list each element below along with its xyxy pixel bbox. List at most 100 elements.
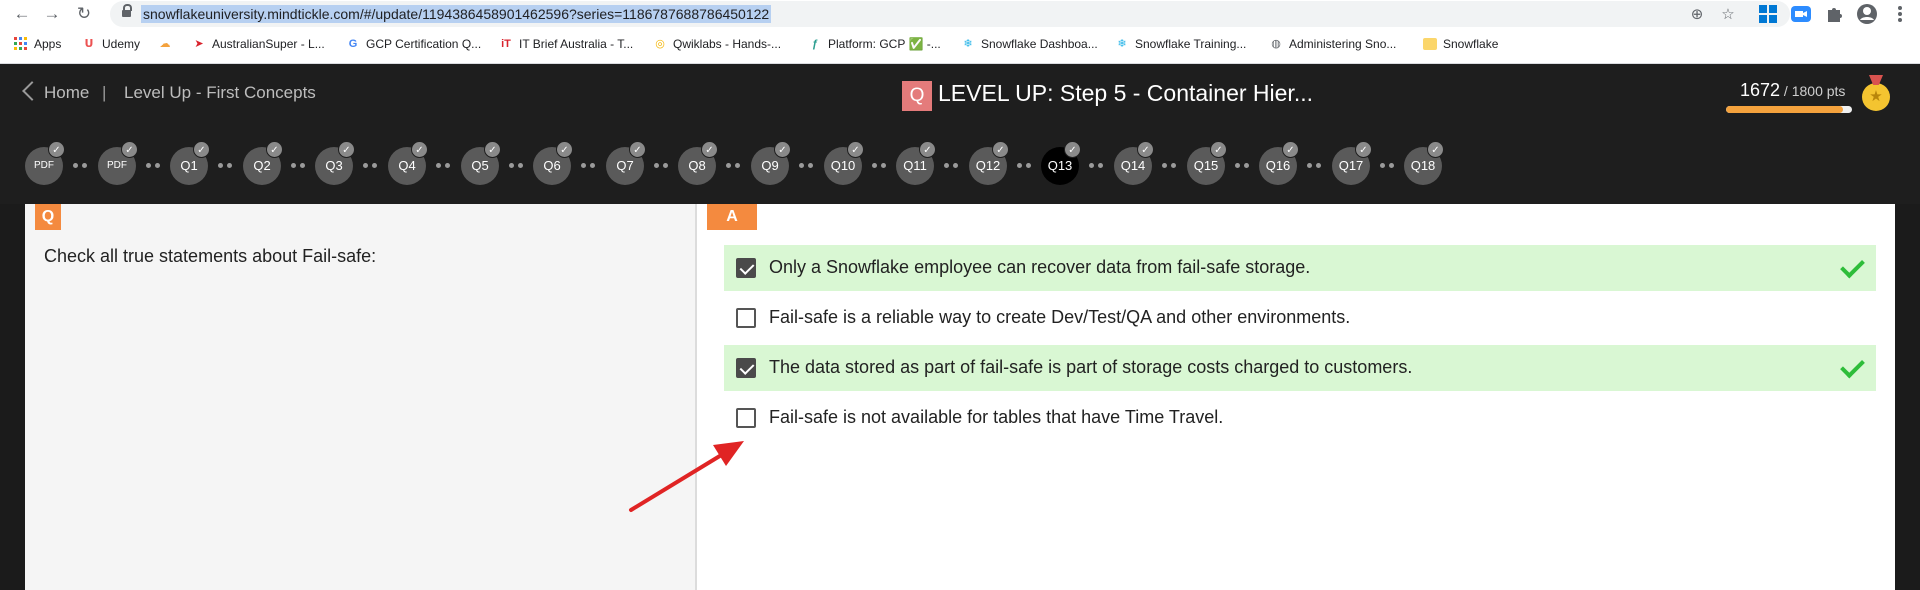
step-complete-check-icon: ✓ <box>701 141 718 158</box>
step-connector-dots <box>1234 163 1250 169</box>
google-icon: G <box>348 38 358 50</box>
bookmark-snowflake-dashboard[interactable]: ❄ Snowflake Dashboa... <box>961 37 1097 51</box>
answer-checkbox[interactable] <box>736 408 756 428</box>
points-value: 1672 <box>1740 80 1781 100</box>
back-icon[interactable]: ← <box>12 4 32 24</box>
bookmark-platform-gcp[interactable]: ƒ Platform: GCP ✅ -... <box>808 37 941 51</box>
step-complete-check-icon: ✓ <box>1210 141 1227 158</box>
platform-icon: ƒ <box>811 38 819 50</box>
udemy-icon: ꓴ <box>84 38 94 50</box>
step-connector-dots <box>580 163 596 169</box>
lock-icon[interactable] <box>122 4 132 19</box>
step-complete-check-icon: ✓ <box>193 141 210 158</box>
extensions-puzzle-icon[interactable] <box>1823 3 1845 25</box>
apps-grid-icon <box>14 37 28 51</box>
page-title: LEVEL UP: Step 5 - Container Hier... <box>938 80 1313 106</box>
answer-text: The data stored as part of fail-safe is … <box>769 357 1413 377</box>
answer-checkbox[interactable] <box>736 258 756 278</box>
step-connector-dots <box>1088 163 1104 169</box>
snowflake-icon: ❄ <box>1117 38 1127 50</box>
step-complete-check-icon: ✓ <box>556 141 573 158</box>
step-complete-check-icon: ✓ <box>847 141 864 158</box>
step-complete-check-icon: ✓ <box>411 141 428 158</box>
forward-icon[interactable]: → <box>42 4 62 24</box>
bookmark-star-icon[interactable]: ☆ <box>1718 5 1738 25</box>
step-complete-check-icon: ✓ <box>992 141 1009 158</box>
step-complete-check-icon: ✓ <box>774 141 791 158</box>
question-tab: Q <box>35 204 61 230</box>
zoom-icon[interactable]: ⊕ <box>1687 5 1707 25</box>
itbrief-icon: iT <box>501 38 511 50</box>
bookmark-udemy[interactable]: ꓴ Udemy <box>82 37 140 51</box>
step-connector-dots <box>508 163 524 169</box>
points-progress-bar <box>1726 106 1852 113</box>
home-link[interactable]: Home <box>44 83 89 103</box>
step-connector-dots <box>1306 163 1322 169</box>
bookmark-administering[interactable]: ◍ Administering Sno... <box>1269 37 1396 51</box>
step-complete-check-icon: ✓ <box>629 141 646 158</box>
correct-check-icon <box>1838 355 1864 381</box>
step-complete-check-icon: ✓ <box>484 141 501 158</box>
bookmarks-bar: Apps ꓴ Udemy ☁ ➤ AustralianSuper - L... … <box>0 28 1920 64</box>
step-connector-dots <box>725 163 741 169</box>
answer-checkbox[interactable] <box>736 358 756 378</box>
correct-check-icon <box>1838 255 1864 281</box>
browser-toolbar: ← → ↻ snowflakeuniversity.mindtickle.com… <box>0 0 1920 28</box>
bookmark-folder-snowflake[interactable]: Snowflake <box>1423 37 1498 51</box>
step-navigation <box>0 128 1920 204</box>
step-connector-dots <box>217 163 233 169</box>
answer-option-1[interactable]: Only a Snowflake employee can recover da… <box>724 245 1876 291</box>
bookmark-apps[interactable]: Apps <box>14 37 61 51</box>
folder-icon <box>1423 38 1437 50</box>
step-connector-dots <box>653 163 669 169</box>
step-connector-dots <box>871 163 887 169</box>
step-complete-check-icon: ✓ <box>48 141 65 158</box>
step-complete-check-icon: ✓ <box>338 141 355 158</box>
australiansuper-icon: ➤ <box>194 38 204 50</box>
bookmark-australiansuper[interactable]: ➤ AustralianSuper - L... <box>192 37 324 51</box>
step-connector-dots <box>435 163 451 169</box>
breadcrumb[interactable]: Level Up - First Concepts <box>124 83 316 103</box>
step-connector-dots <box>1161 163 1177 169</box>
points-display: 1672 / 1800 pts <box>1740 80 1845 101</box>
bookmark-cloud[interactable]: ☁ <box>158 37 172 51</box>
answer-option-2[interactable]: Fail-safe is a reliable way to create De… <box>724 295 1876 341</box>
bookmark-itbrief[interactable]: iT IT Brief Australia - T... <box>499 37 633 51</box>
question-content: Q Check all true statements about Fail-s… <box>25 204 1895 590</box>
step-complete-check-icon: ✓ <box>1137 141 1154 158</box>
answer-text: Fail-safe is not available for tables th… <box>769 407 1224 427</box>
points-total: / 1800 pts <box>1780 83 1846 99</box>
points-progress-fill <box>1726 106 1844 113</box>
step-complete-check-icon: ✓ <box>266 141 283 158</box>
step-connector-dots <box>1379 163 1395 169</box>
reload-icon[interactable]: ↻ <box>74 4 94 24</box>
cloud-icon: ☁ <box>159 38 171 50</box>
step-connector-dots <box>145 163 161 169</box>
answer-option-3[interactable]: The data stored as part of fail-safe is … <box>724 345 1876 391</box>
profile-avatar-icon[interactable] <box>1856 3 1878 25</box>
step-complete-check-icon: ✓ <box>1427 141 1444 158</box>
url-text[interactable]: snowflakeuniversity.mindtickle.com/#/upd… <box>141 5 772 23</box>
step-complete-check-icon: ✓ <box>919 141 936 158</box>
windows-extension-icon[interactable] <box>1757 3 1779 25</box>
step-connector-dots <box>362 163 378 169</box>
question-badge-icon: Q <box>902 81 932 111</box>
bookmark-snowflake-training[interactable]: ❄ Snowflake Training... <box>1115 37 1246 51</box>
answer-option-4[interactable]: Fail-safe is not available for tables th… <box>724 395 1876 441</box>
address-bar[interactable]: snowflakeuniversity.mindtickle.com/#/upd… <box>110 1 1790 27</box>
step-complete-check-icon: ✓ <box>1064 141 1081 158</box>
step-connector-dots <box>798 163 814 169</box>
answer-checkbox[interactable] <box>736 308 756 328</box>
snowflake-icon: ❄ <box>963 38 973 50</box>
zoom-extension-icon[interactable] <box>1790 3 1812 25</box>
bookmark-gcp-certification[interactable]: G GCP Certification Q... <box>346 37 481 51</box>
bookmark-qwiklabs[interactable]: ◎ Qwiklabs - Hands-... <box>653 37 781 51</box>
step-connector-dots <box>290 163 306 169</box>
answer-text: Only a Snowflake employee can recover da… <box>769 257 1311 277</box>
step-complete-check-icon: ✓ <box>1355 141 1372 158</box>
breadcrumb-separator: | <box>102 83 107 102</box>
medal-icon: ★ <box>1862 83 1890 111</box>
question-text: Check all true statements about Fail-saf… <box>44 246 377 266</box>
qwiklabs-icon: ◎ <box>655 38 665 50</box>
menu-kebab-icon[interactable] <box>1889 3 1911 25</box>
